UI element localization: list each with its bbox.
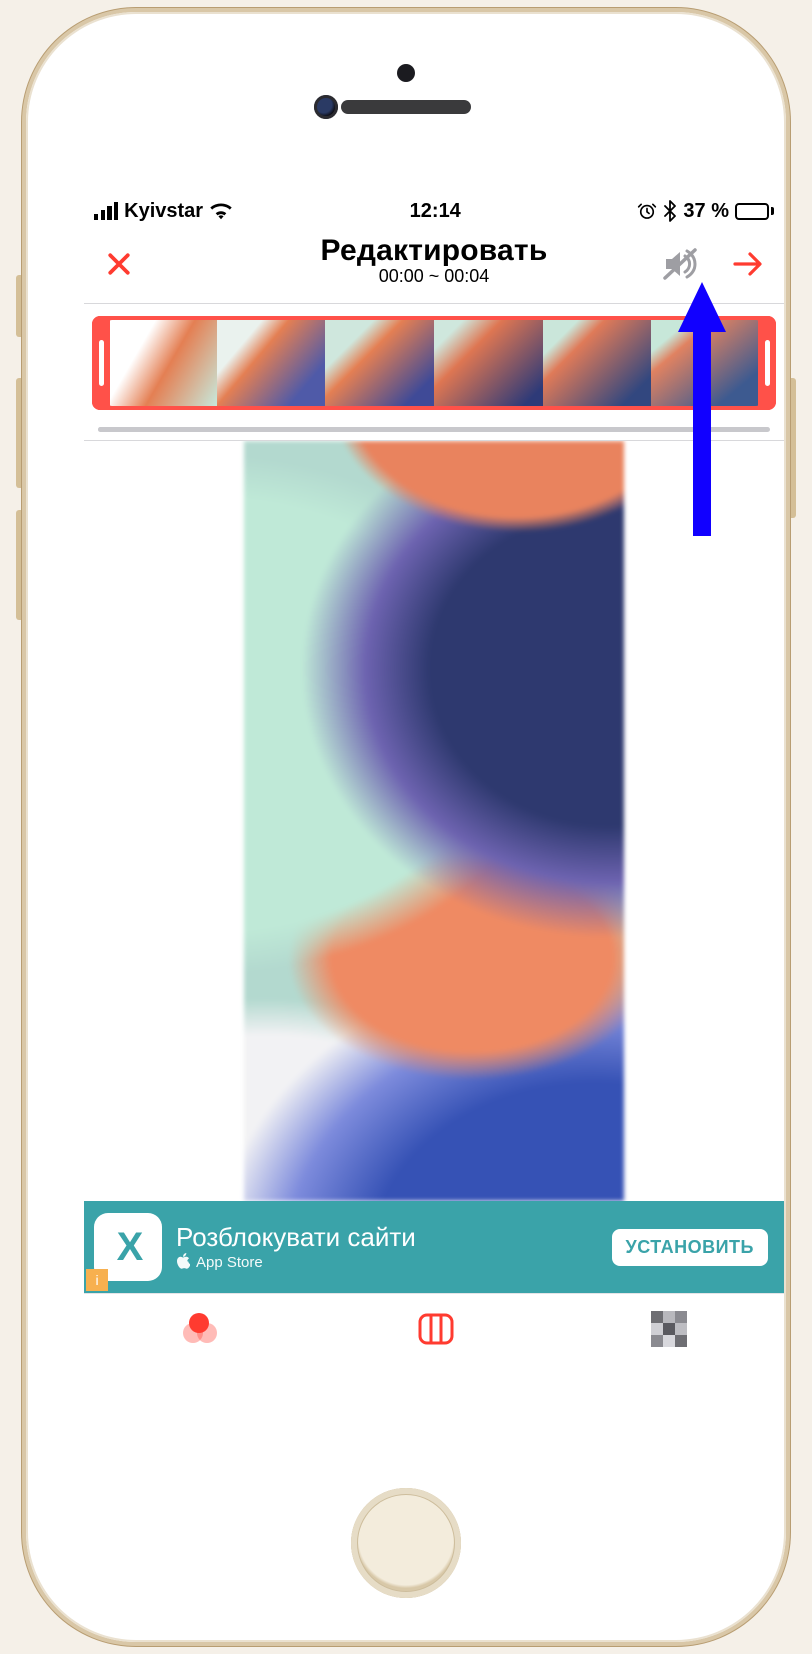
timeline-frame — [325, 320, 434, 406]
ad-install-button[interactable]: УСТАНОВИТЬ — [612, 1229, 768, 1266]
phone-volume-down — [16, 510, 24, 620]
bottom-toolbar — [84, 1293, 784, 1367]
timeline-frame — [434, 320, 543, 406]
trim-selection[interactable] — [92, 316, 776, 410]
home-button[interactable] — [351, 1488, 461, 1598]
ad-subtitle: App Store — [176, 1253, 416, 1273]
trim-handle-end[interactable] — [758, 316, 776, 410]
phone-power-button — [788, 378, 796, 518]
timeline-frame — [543, 320, 652, 406]
timeline-frame — [651, 320, 760, 406]
timeline-frame — [217, 320, 326, 406]
next-button[interactable] — [726, 244, 770, 287]
phone-volume-up — [16, 378, 24, 488]
trim-handle-start[interactable] — [92, 316, 110, 410]
filters-tab[interactable] — [161, 1301, 241, 1360]
bluetooth-icon — [663, 200, 677, 222]
apple-icon — [176, 1253, 190, 1273]
close-icon — [104, 267, 134, 282]
screen: Kyivstar 12:14 37 % — [84, 194, 784, 1437]
speaker-muted-icon — [662, 268, 698, 283]
trim-panel — [84, 304, 784, 441]
phone-mute-switch — [16, 275, 24, 337]
ad-subtitle-text: App Store — [196, 1254, 263, 1271]
pixelate-tab[interactable] — [631, 1301, 707, 1360]
proximity-sensor — [397, 64, 415, 82]
filters-icon — [181, 1335, 221, 1350]
ad-title: Розблокувати сайти — [176, 1222, 416, 1253]
nav-bar: Редактировать 00:00 ~ 00:04 — [84, 228, 784, 304]
ad-banner[interactable]: i X Розблокувати сайти App Store УСТАНОВ… — [84, 1201, 784, 1293]
preview-image — [244, 441, 624, 1201]
timeline-frame — [108, 320, 217, 406]
phone-frame: Kyivstar 12:14 37 % — [26, 12, 786, 1642]
status-time: 12:14 — [410, 200, 461, 223]
wifi-icon — [209, 202, 233, 220]
earpiece — [341, 100, 471, 114]
cellular-signal-icon — [94, 202, 118, 220]
mute-button[interactable] — [656, 242, 704, 289]
close-button[interactable] — [98, 243, 140, 288]
scrub-bar[interactable] — [92, 424, 776, 434]
carrier-label: Kyivstar — [124, 200, 203, 223]
status-bar: Kyivstar 12:14 37 % — [84, 194, 784, 228]
front-camera — [314, 95, 338, 119]
layout-tab[interactable] — [396, 1301, 476, 1360]
arrow-right-icon — [732, 266, 764, 281]
columns-icon — [416, 1335, 456, 1350]
mosaic-icon — [651, 1335, 687, 1350]
battery-percent: 37 % — [683, 200, 729, 223]
ad-info-icon[interactable]: i — [86, 1269, 108, 1291]
alarm-icon — [637, 201, 657, 221]
timeline-frames — [108, 320, 760, 406]
battery-icon — [735, 203, 774, 220]
video-preview[interactable] — [84, 441, 784, 1201]
